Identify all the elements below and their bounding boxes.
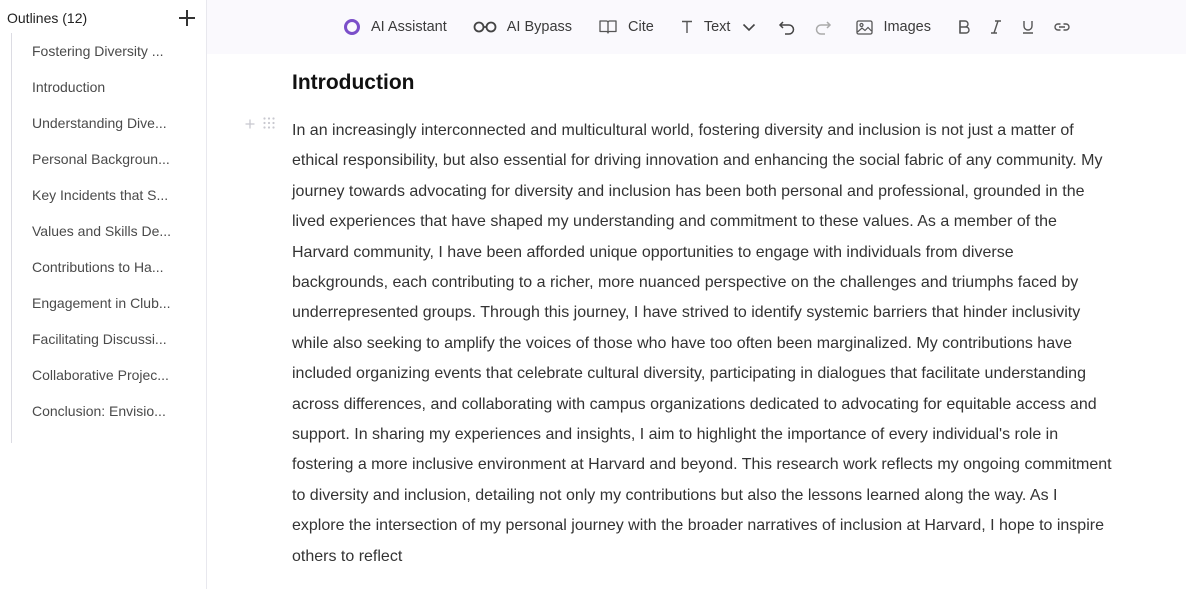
undo-icon[interactable]	[778, 19, 796, 35]
text-type-icon	[680, 19, 694, 35]
images-label: Images	[883, 19, 931, 35]
italic-icon[interactable]	[989, 19, 1003, 35]
outline-item-personal-background[interactable]: Personal Backgroun...	[12, 141, 198, 177]
ai-assistant-icon	[343, 18, 361, 36]
outline-title: Outlines (12)	[7, 10, 88, 26]
outline-item-values-skills[interactable]: Values and Skills De...	[12, 213, 198, 249]
link-icon[interactable]	[1053, 21, 1071, 33]
images-button[interactable]: Images	[856, 12, 931, 42]
outline-sidebar: Outlines (12) Fostering Diversity ... In…	[0, 0, 207, 589]
ai-bypass-label: AI Bypass	[506, 19, 573, 35]
image-icon	[856, 19, 874, 35]
outline-item-collaborative-projects[interactable]: Collaborative Projec...	[12, 357, 198, 393]
outline-item-conclusion[interactable]: Conclusion: Envisio...	[12, 393, 198, 429]
redo-icon[interactable]	[814, 19, 832, 35]
body-paragraph[interactable]: In an increasingly interconnected and mu…	[292, 116, 1114, 572]
ai-assistant-button[interactable]: AI Assistant	[343, 12, 447, 42]
drag-handle-icon[interactable]	[262, 116, 276, 135]
block-handle[interactable]	[244, 116, 276, 135]
cite-label: Cite	[628, 19, 654, 35]
outline-header: Outlines (12)	[7, 8, 197, 28]
text-style-dropdown[interactable]: Text	[680, 12, 757, 42]
add-block-icon[interactable]	[244, 117, 256, 135]
ai-bypass-button[interactable]: AI Bypass	[473, 12, 572, 42]
outline-item-fostering-diversity[interactable]: Fostering Diversity ...	[12, 33, 198, 69]
outline-item-introduction[interactable]: Introduction	[12, 69, 198, 105]
glasses-icon	[473, 20, 497, 34]
ai-assistant-label: AI Assistant	[371, 19, 447, 35]
cite-button[interactable]: Cite	[598, 12, 654, 42]
section-heading[interactable]: Introduction	[292, 71, 414, 95]
editor-toolbar: AI Assistant AI Bypass Cite Text Images	[207, 0, 1186, 54]
outline-list: Fostering Diversity ... Introduction Und…	[11, 33, 197, 443]
text-style-label: Text	[703, 19, 731, 35]
chevron-down-icon	[742, 22, 756, 32]
outline-item-facilitating-discussions[interactable]: Facilitating Discussi...	[12, 321, 198, 357]
bold-icon[interactable]	[957, 19, 971, 35]
outline-item-engagement-clubs[interactable]: Engagement in Club...	[12, 285, 198, 321]
outline-item-key-incidents[interactable]: Key Incidents that S...	[12, 177, 198, 213]
document-editor[interactable]: Introduction In an increasingly intercon…	[207, 54, 1186, 589]
underline-icon[interactable]	[1021, 19, 1035, 35]
book-icon	[598, 19, 618, 35]
outline-item-understanding-diversity[interactable]: Understanding Dive...	[12, 105, 198, 141]
outline-item-contributions[interactable]: Contributions to Ha...	[12, 249, 198, 285]
add-outline-button[interactable]	[177, 8, 197, 28]
